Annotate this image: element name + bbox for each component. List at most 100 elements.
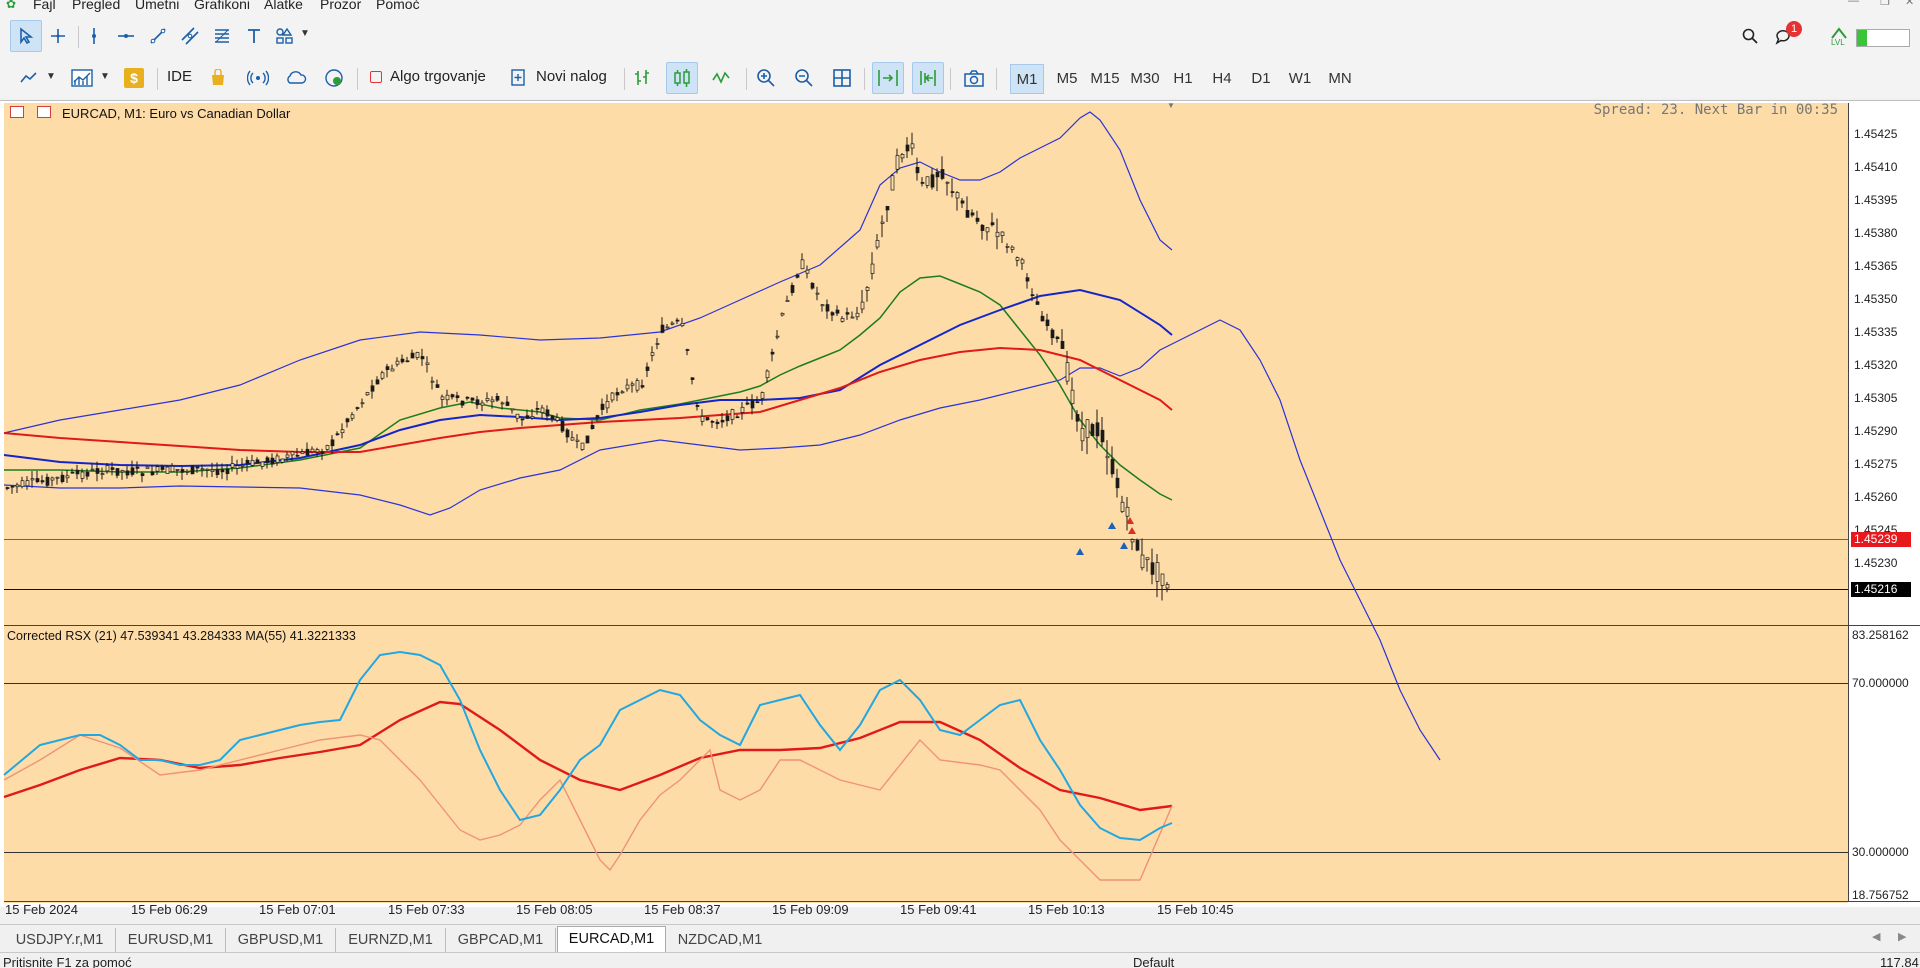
candle-body xyxy=(1030,294,1035,297)
candle-body xyxy=(925,176,930,186)
candle-body xyxy=(180,469,185,473)
candlestick-series xyxy=(5,132,1170,601)
candle-body xyxy=(705,417,710,421)
candle-body xyxy=(250,459,255,466)
candle-body xyxy=(625,384,630,390)
candle-body xyxy=(1045,319,1050,327)
candle-body xyxy=(945,181,950,184)
candle-body xyxy=(225,468,230,475)
candle-body xyxy=(100,473,105,476)
candle-body xyxy=(1140,554,1145,569)
candle-body xyxy=(1065,362,1070,382)
candle-body xyxy=(345,418,350,423)
candle-body xyxy=(880,221,885,224)
candle-body xyxy=(725,415,730,422)
candle-body xyxy=(435,384,440,388)
candle-body xyxy=(620,391,625,394)
candle-body xyxy=(610,392,615,401)
tab-eurusd[interactable]: EURUSD,M1 xyxy=(116,928,226,952)
tabs-scroll-left-icon[interactable]: ◀ xyxy=(1872,930,1880,943)
candle-body xyxy=(330,439,335,447)
candle-body xyxy=(820,304,825,307)
tab-gbpusd[interactable]: GBPUSD,M1 xyxy=(226,928,336,952)
candle-body xyxy=(585,435,590,444)
candle-body xyxy=(500,402,505,405)
candle-body xyxy=(395,360,400,365)
candle-body xyxy=(275,455,280,463)
candle-body xyxy=(1075,414,1080,422)
candle-body xyxy=(855,312,860,318)
candle-body xyxy=(635,380,640,391)
candle-body xyxy=(295,454,300,457)
candle-body xyxy=(530,416,535,419)
trade-arrow-icon[interactable] xyxy=(1076,548,1084,555)
candle-body xyxy=(980,224,985,231)
status-profile[interactable]: Default xyxy=(1133,955,1174,968)
candle-body xyxy=(110,467,115,470)
candle-body xyxy=(845,312,850,315)
candle-body xyxy=(1080,428,1085,442)
candle-body xyxy=(1125,506,1130,517)
candle-body xyxy=(685,349,690,351)
candle-body xyxy=(1115,477,1120,489)
candle-body xyxy=(1025,277,1030,282)
candle-body xyxy=(740,406,745,413)
trade-arrow-icon[interactable] xyxy=(1108,522,1116,529)
candle-body xyxy=(235,465,240,469)
candle-body xyxy=(1130,539,1135,543)
candle-body xyxy=(1135,540,1140,551)
candle-body xyxy=(430,380,435,383)
candle-body xyxy=(985,227,990,233)
candle-body xyxy=(50,477,55,481)
candle-body xyxy=(580,442,585,450)
candle-body xyxy=(35,478,40,483)
candle-body xyxy=(190,465,195,475)
candle-body xyxy=(675,319,680,322)
candle-body xyxy=(1050,329,1055,339)
candle-body xyxy=(670,322,675,325)
candle-body xyxy=(930,174,935,188)
candle-body xyxy=(975,217,980,222)
candle-body xyxy=(555,417,560,421)
tab-usdjpy[interactable]: USDJPY.r,M1 xyxy=(4,928,116,952)
price-label: 1.45290 xyxy=(1854,424,1898,438)
trade-arrow-icon[interactable] xyxy=(1128,527,1136,534)
candle-body xyxy=(70,471,75,474)
candle-body xyxy=(20,480,25,487)
status-traffic: 117.84 xyxy=(1880,955,1919,968)
tab-gbpcad[interactable]: GBPCAD,M1 xyxy=(446,928,556,952)
candle-body xyxy=(765,370,770,379)
candle-body xyxy=(315,449,320,453)
chart-menu-icon[interactable] xyxy=(10,106,24,118)
candle-body xyxy=(260,461,265,467)
chart-title: EURCAD, M1: Euro vs Canadian Dollar xyxy=(62,106,291,121)
candle-body xyxy=(375,379,380,385)
candle-body xyxy=(240,464,245,467)
candle-body xyxy=(490,399,495,403)
tab-nzdcad[interactable]: NZDCAD,M1 xyxy=(665,928,775,952)
candle-body xyxy=(310,448,315,453)
candle-body xyxy=(780,312,785,316)
tab-eurnzd[interactable]: EURNZD,M1 xyxy=(336,928,446,952)
candle-body xyxy=(280,458,285,463)
tabs-scroll-right-icon[interactable]: ▶ xyxy=(1898,930,1906,943)
trade-arrow-icon[interactable] xyxy=(1120,542,1128,549)
candle-body xyxy=(410,352,415,359)
chart-mode-icon[interactable] xyxy=(37,106,51,118)
candle-body xyxy=(835,309,840,314)
candle-body xyxy=(300,451,305,455)
candle-body xyxy=(1015,257,1020,261)
price-label: 1.45335 xyxy=(1854,325,1898,339)
chart-shift-marker-icon[interactable]: ▼ xyxy=(1167,101,1175,110)
candle-body xyxy=(1055,336,1060,339)
candle-body xyxy=(1105,455,1110,459)
candle-body xyxy=(340,429,345,434)
candle-body xyxy=(830,312,835,316)
candle-body xyxy=(75,469,80,475)
candle-body xyxy=(480,402,485,406)
candle-body xyxy=(425,362,430,365)
candle-body xyxy=(10,485,15,488)
candle-body xyxy=(615,392,620,396)
tab-eurcad[interactable]: EURCAD,M1 xyxy=(557,926,666,953)
candle-body xyxy=(510,408,515,411)
